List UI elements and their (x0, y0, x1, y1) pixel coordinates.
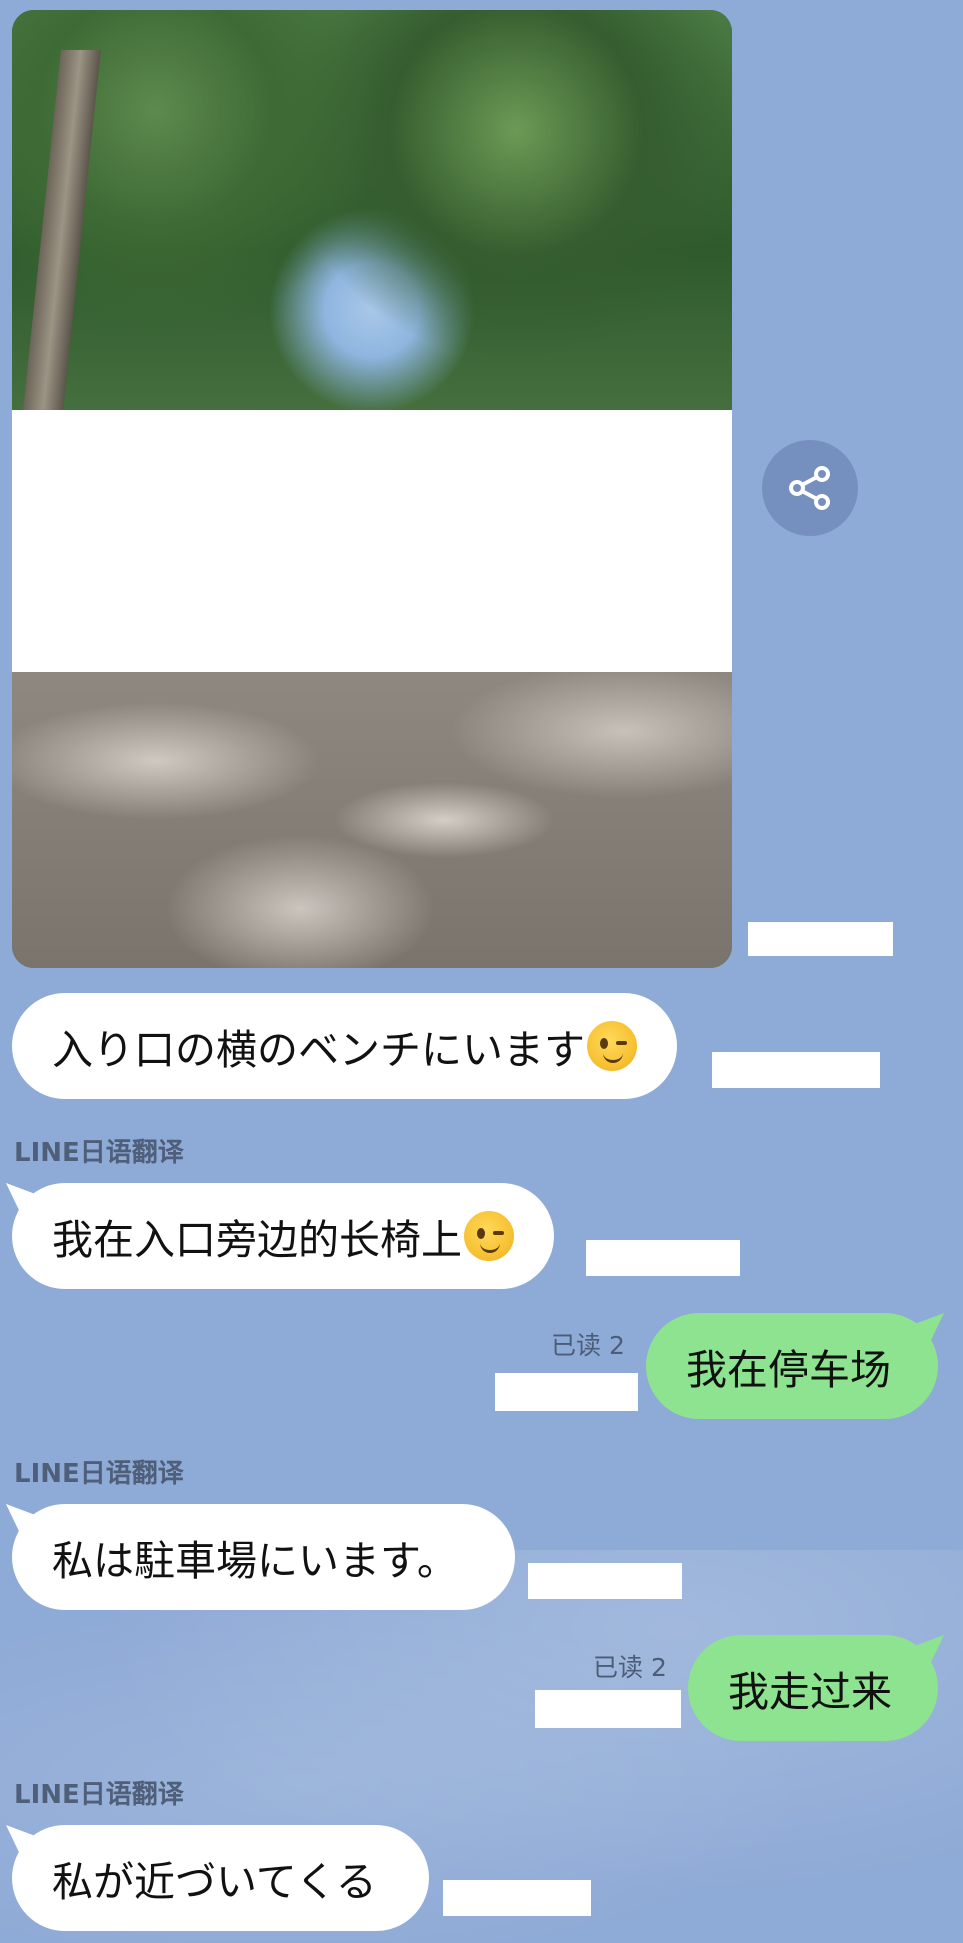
sender-name: LINE日语翻译 (14, 1138, 184, 1168)
message-text: 我在入口旁边的长椅上 (52, 1216, 462, 1264)
photo-message[interactable] (12, 10, 732, 968)
timestamp-redacted (528, 1563, 682, 1599)
message-text: 私は駐車場にいます。 (52, 1537, 458, 1585)
timestamp-redacted (495, 1373, 638, 1411)
photo-redacted-area (12, 410, 732, 672)
share-icon (789, 466, 830, 510)
message-bubble-outgoing[interactable]: 我在停车场 (646, 1313, 938, 1419)
winking-face-emoji (464, 1211, 514, 1261)
message-text: 私が近づいてくる (52, 1858, 377, 1906)
chat-area[interactable]: 入り口の横のベンチにいます LINE日语翻译 我在入口旁边的长椅上 已读 2 我… (0, 0, 963, 1943)
sender-name: LINE日语翻译 (14, 1459, 184, 1489)
photo-paved-ground (12, 672, 732, 968)
timestamp-redacted (712, 1052, 880, 1088)
winking-face-emoji (587, 1021, 637, 1071)
photo-timestamp-redacted (748, 922, 893, 956)
timestamp-redacted (586, 1240, 740, 1276)
message-bubble-outgoing[interactable]: 我走过来 (688, 1635, 938, 1741)
message-text: 入り口の横のベンチにいます (52, 1026, 585, 1074)
message-bubble-incoming[interactable]: 入り口の横のベンチにいます (12, 993, 677, 1099)
sender-name: LINE日语翻译 (14, 1780, 184, 1810)
message-bubble-incoming[interactable]: 私が近づいてくる (12, 1825, 429, 1931)
message-text: 我在停车场 (686, 1346, 891, 1394)
message-bubble-incoming[interactable]: 我在入口旁边的长椅上 (12, 1183, 554, 1289)
message-bubble-incoming[interactable]: 私は駐車場にいます。 (12, 1504, 515, 1610)
message-text: 我走过来 (728, 1668, 892, 1716)
photo-tree-canopy (12, 10, 732, 410)
share-button[interactable] (762, 440, 858, 536)
timestamp-redacted (443, 1880, 591, 1916)
read-receipt: 已读 2 (551, 1331, 625, 1360)
timestamp-redacted (535, 1690, 681, 1728)
read-receipt: 已读 2 (593, 1653, 667, 1682)
